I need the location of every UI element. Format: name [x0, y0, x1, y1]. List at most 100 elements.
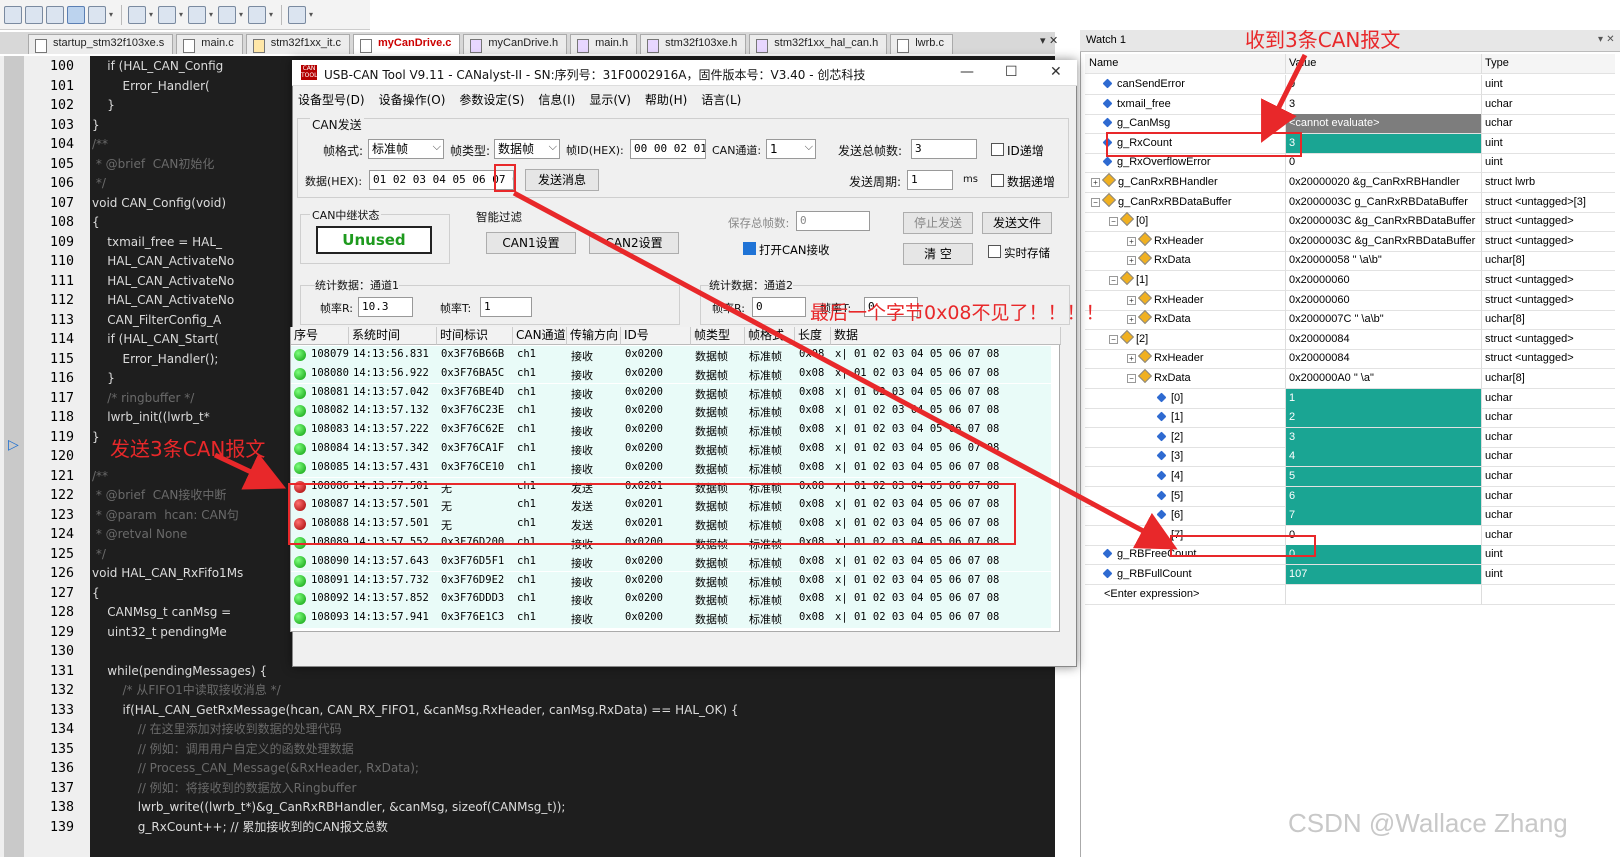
menu-device-op[interactable]: 设备操作(O) — [379, 91, 446, 108]
id-increment-checkbox[interactable]: ID递增 — [991, 142, 1044, 159]
watch-value[interactable]: 7 — [1285, 506, 1481, 526]
tab-startup[interactable]: startup_stm32f103xe.s — [28, 34, 173, 54]
watch-row[interactable]: [0] 1 uchar — [1085, 389, 1615, 409]
close-button[interactable]: ✕ — [1050, 64, 1062, 80]
table-header[interactable]: CAN通道 — [513, 327, 567, 345]
expand-icon[interactable]: + — [1127, 354, 1136, 363]
table-row[interactable]: 108092 14:13:57.852 0x3F76DDD3 ch1 接收 0x0200 数… — [291, 590, 1051, 609]
debug-icon[interactable] — [4, 6, 22, 24]
code-line[interactable]: // Process_CAN_Message(&RxHeader, RxData… — [92, 759, 1052, 778]
watch-value[interactable]: 0x2000003C &g_CanRxRBDataBuffer — [1285, 232, 1481, 252]
table-header[interactable]: 传输方向 — [567, 327, 621, 345]
watch-row[interactable]: + RxHeader 0x20000060 struct <untagged> — [1085, 291, 1615, 311]
watch-window-icon[interactable] — [67, 6, 85, 24]
pin-icon[interactable]: ▾ ✕ — [1598, 34, 1615, 45]
table-header[interactable]: 数据 — [831, 327, 1061, 345]
watch-row[interactable]: [4] 5 uchar — [1085, 467, 1615, 487]
table-header[interactable]: 帧类型 — [691, 327, 745, 345]
menu-info[interactable]: 信息(I) — [538, 91, 575, 108]
maximize-button[interactable]: ☐ — [1005, 64, 1018, 80]
frame-type-select[interactable]: 数据帧 — [494, 139, 560, 159]
watch-value[interactable]: 0 — [1285, 75, 1481, 95]
watch-value[interactable]: 0x20000060 — [1285, 291, 1481, 311]
table-header[interactable]: 长度 — [795, 327, 831, 345]
watch-value[interactable]: 3 — [1285, 134, 1481, 154]
send-file-button[interactable]: 发送文件 — [982, 212, 1052, 234]
watch-row[interactable]: <Enter expression> — [1085, 585, 1615, 605]
col-name[interactable]: Name — [1085, 54, 1285, 74]
registers-icon[interactable] — [46, 6, 64, 24]
analysis-icon[interactable] — [158, 6, 176, 24]
tab-stm32f103xe-h[interactable]: stm32f103xe.h — [640, 34, 746, 54]
data-increment-checkbox[interactable]: 数据递增 — [991, 173, 1055, 190]
watch-value[interactable]: 107 — [1285, 565, 1481, 585]
table-header[interactable]: ID号 — [621, 327, 691, 345]
menu-language[interactable]: 语言(L) — [701, 91, 741, 108]
code-line[interactable]: if(HAL_CAN_GetRxMessage(hcan, CAN_RX_FIF… — [92, 701, 1052, 720]
watch-value[interactable]: 5 — [1285, 467, 1481, 487]
watch-row[interactable]: − [1] 0x20000060 struct <untagged> — [1085, 271, 1615, 291]
col-type[interactable]: Type — [1481, 54, 1615, 74]
watch-value[interactable]: 0 — [1285, 153, 1481, 173]
expand-icon[interactable]: − — [1109, 276, 1118, 285]
tools-icon[interactable] — [288, 6, 306, 24]
watch-row[interactable]: − [0] 0x2000003C &g_CanRxRBDataBuffer struc… — [1085, 212, 1615, 232]
memory-icon[interactable] — [88, 6, 106, 24]
watch-row[interactable]: [3] 4 uchar — [1085, 447, 1615, 467]
watch-value[interactable]: 0x20000084 — [1285, 330, 1481, 350]
tab-hal-can-h[interactable]: stm32f1xx_hal_can.h — [749, 34, 887, 54]
table-row[interactable]: 108090 14:13:57.643 0x3F76D5F1 ch1 接收 0x0200 数… — [291, 553, 1051, 572]
expand-icon[interactable]: + — [1127, 237, 1136, 246]
watch-value[interactable]: 3 — [1285, 95, 1481, 115]
table-row[interactable]: 108079 14:13:56.831 0x3F76B66B ch1 接收 0x0200 数… — [291, 346, 1051, 365]
watch-row[interactable]: [2] 3 uchar — [1085, 428, 1615, 448]
tab-main-h[interactable]: main.h — [570, 34, 637, 54]
code-line[interactable]: // 在这里添加对接收到数据的处理代码 — [92, 720, 1052, 739]
trace-icon[interactable] — [188, 6, 206, 24]
watch-value[interactable]: 0x20000020 &g_CanRxRBHandler — [1285, 173, 1481, 193]
watch-value[interactable]: 0x2000007C " \a\b" — [1285, 310, 1481, 330]
table-header[interactable]: 时间标识 — [437, 327, 513, 345]
open-can-receive-checkbox[interactable]: 打开CAN接收 — [743, 242, 830, 258]
watch-row[interactable]: − g_CanRxRBDataBuffer 0x2000003C g_CanRxRB… — [1085, 193, 1615, 213]
frame-id-input[interactable]: 00 00 02 01 — [630, 139, 706, 159]
watch-value[interactable]: 4 — [1285, 447, 1481, 467]
table-row[interactable]: 108093 14:13:57.941 0x3F76E1C3 ch1 接收 0x0200 数… — [291, 609, 1051, 628]
watch-row[interactable]: + RxHeader 0x2000003C &g_CanRxRBDataBuffer… — [1085, 232, 1615, 252]
tab-lwrb-c[interactable]: lwrb.c — [890, 34, 953, 54]
watch-value[interactable]: 0x2000003C g_CanRxRBDataBuffer — [1285, 193, 1481, 213]
expand-icon[interactable]: − — [1091, 198, 1100, 207]
expand-icon[interactable]: + — [1091, 178, 1100, 187]
watch-row[interactable]: + g_CanRxRBHandler 0x20000020 &g_CanRxRBHa… — [1085, 173, 1615, 193]
watch-row[interactable]: − [2] 0x20000084 struct <untagged> — [1085, 330, 1615, 350]
watch-row[interactable]: + RxHeader 0x20000084 struct <untagged> — [1085, 349, 1615, 369]
code-line[interactable]: g_RxCount++; // 累加接收到的CAN报文总数 — [92, 818, 1052, 837]
table-row[interactable]: 108082 14:13:57.132 0x3F76C23E ch1 接收 0x0200 数… — [291, 402, 1051, 421]
table-header[interactable]: 序号 — [291, 327, 349, 345]
disassembly-icon[interactable] — [25, 6, 43, 24]
watch-value[interactable]: 0x200000A0 " \a" — [1285, 369, 1481, 389]
expand-icon[interactable]: − — [1109, 335, 1118, 344]
menu-help[interactable]: 帮助(H) — [645, 91, 687, 108]
channel-select[interactable]: 1 — [766, 139, 816, 159]
serial-window-icon[interactable] — [128, 6, 146, 24]
watch-row[interactable]: [5] 6 uchar — [1085, 487, 1615, 507]
table-row[interactable]: 108091 14:13:57.732 0x3F76D9E2 ch1 接收 0x0200 数… — [291, 572, 1051, 591]
watch-value[interactable]: 0x2000003C &g_CanRxRBDataBuffer — [1285, 212, 1481, 232]
table-row[interactable]: 108080 14:13:56.922 0x3F76BA5C ch1 接收 0x0200 数… — [291, 365, 1051, 384]
watch-value[interactable]: <cannot evaluate> — [1285, 114, 1481, 134]
watch-value[interactable]: 1 — [1285, 389, 1481, 409]
tab-it-c[interactable]: stm32f1xx_it.c — [246, 34, 350, 54]
watch-value[interactable]: 3 — [1285, 428, 1481, 448]
table-header[interactable]: 系统时间 — [349, 327, 437, 345]
code-line[interactable]: /* 从FIFO1中读取接收消息 */ — [92, 681, 1052, 700]
table-row[interactable]: 108084 14:13:57.342 0x3F76CA1F ch1 接收 0x0200 数… — [291, 440, 1051, 459]
table-header[interactable]: 帧格式 — [745, 327, 795, 345]
realtime-save-checkbox[interactable]: 实时存储 — [988, 245, 1050, 261]
watch-value[interactable] — [1285, 585, 1481, 605]
watch-value[interactable]: 0x20000058 " \a\b" — [1285, 251, 1481, 271]
watch-row[interactable]: txmail_free 3 uchar — [1085, 95, 1615, 115]
col-value[interactable]: Value — [1285, 54, 1481, 74]
table-scrollbar[interactable] — [1060, 345, 1074, 632]
watch-row[interactable]: [1] 2 uchar — [1085, 408, 1615, 428]
